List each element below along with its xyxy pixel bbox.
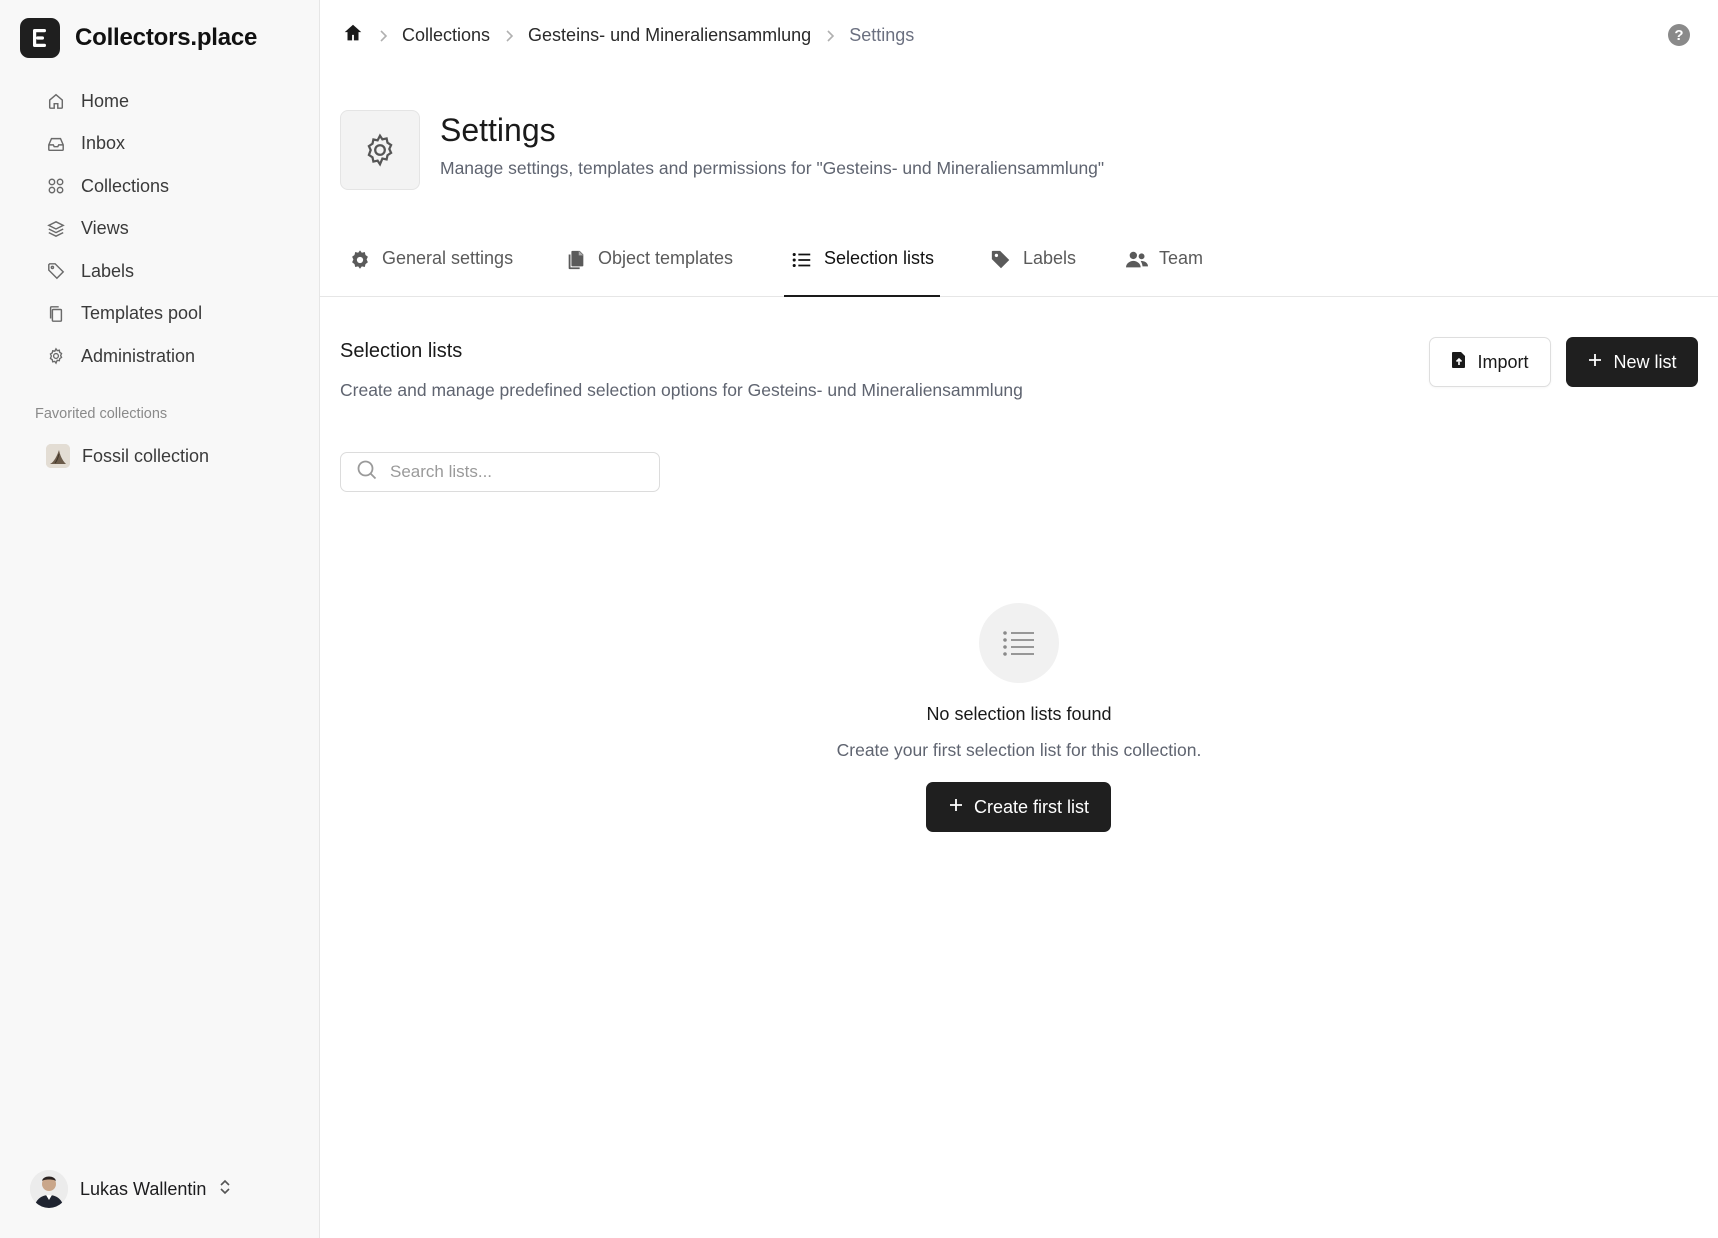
list-icon: [790, 248, 814, 272]
new-list-button[interactable]: New list: [1566, 337, 1698, 387]
settings-tabs: General settings Object templates Select…: [320, 236, 1718, 297]
tab-label: General settings: [382, 248, 514, 268]
breadcrumb-current: Settings: [849, 25, 915, 45]
collection-thumbnail: [46, 444, 70, 468]
documents-icon: [564, 248, 588, 272]
sidebar-item-label: Inbox: [81, 133, 126, 154]
tab-object-templates[interactable]: Object templates: [558, 248, 739, 297]
breadcrumb: Collections Gesteins- und Mineraliensamm…: [342, 22, 914, 49]
page-subtitle: Manage settings, templates and permissio…: [440, 158, 1105, 178]
tab-label: Object templates: [598, 248, 734, 268]
plus-icon: [1587, 352, 1603, 373]
home-icon[interactable]: [342, 22, 364, 49]
chevron-right-icon: [825, 29, 835, 43]
import-button[interactable]: Import: [1429, 337, 1551, 387]
chevron-up-down-icon: [218, 1178, 232, 1201]
sidebar: Collectors.place Home Inbox Collections …: [0, 0, 320, 1238]
help-icon[interactable]: ?: [1668, 24, 1690, 46]
sidebar-item-label: Views: [81, 218, 129, 239]
copy-icon: [46, 304, 66, 324]
layers-icon: [46, 219, 66, 239]
chevron-right-icon: [378, 29, 388, 43]
sidebar-item-inbox[interactable]: Inbox: [36, 123, 306, 166]
create-first-list-button[interactable]: Create first list: [926, 782, 1111, 832]
sidebar-item-collections[interactable]: Collections: [36, 165, 306, 208]
empty-state-description: Create your first selection list for thi…: [836, 740, 1202, 760]
avatar: [30, 1170, 68, 1208]
grid-icon: [46, 176, 66, 196]
tab-general-settings[interactable]: General settings: [342, 248, 519, 297]
app-name: Collectors.place: [75, 24, 258, 51]
plus-icon: [948, 797, 964, 818]
search-field[interactable]: [340, 452, 660, 492]
tag-icon: [989, 248, 1013, 272]
sidebar-item-label: Collections: [81, 175, 170, 196]
sidebar-item-templates-pool[interactable]: Templates pool: [36, 293, 306, 336]
sidebar-nav: Home Inbox Collections Views Labels Temp…: [36, 80, 306, 378]
topbar: Collections Gesteins- und Mineraliensamm…: [320, 0, 1718, 72]
favorites-heading: Favorited collections: [35, 406, 168, 422]
favorite-item-label: Fossil collection: [82, 445, 210, 466]
search-input[interactable]: [390, 462, 630, 482]
tab-label: Labels: [1023, 248, 1077, 268]
import-label: Import: [1477, 351, 1529, 372]
tab-selection-lists[interactable]: Selection lists: [784, 248, 941, 297]
tab-labels[interactable]: Labels: [983, 248, 1082, 297]
favorite-item-fossil-collection[interactable]: Fossil collection: [36, 436, 306, 476]
tab-team[interactable]: Team: [1119, 248, 1209, 297]
page-title: Settings: [440, 112, 556, 148]
user-menu[interactable]: Lukas Wallentin: [30, 1170, 232, 1208]
sidebar-item-views[interactable]: Views: [36, 208, 306, 251]
sidebar-item-label: Home: [81, 90, 130, 111]
settings-page-icon: [340, 110, 420, 190]
tab-label: Team: [1159, 248, 1204, 268]
section-description: Create and manage predefined selection o…: [340, 380, 1023, 400]
empty-state-title: No selection lists found: [926, 704, 1112, 724]
users-icon: [1125, 248, 1149, 272]
sidebar-item-label: Templates pool: [81, 303, 203, 324]
user-name: Lukas Wallentin: [80, 1178, 207, 1199]
section-title: Selection lists: [340, 340, 463, 362]
sidebar-item-administration[interactable]: Administration: [36, 335, 306, 378]
home-icon: [46, 91, 66, 111]
file-import-icon: [1451, 351, 1467, 374]
inbox-icon: [46, 134, 66, 154]
brand[interactable]: Collectors.place: [20, 18, 257, 58]
gear-icon: [46, 346, 66, 366]
tab-label: Selection lists: [824, 248, 935, 268]
create-first-list-label: Create first list: [973, 796, 1090, 817]
breadcrumb-collections[interactable]: Collections: [402, 25, 490, 46]
breadcrumb-collection[interactable]: Gesteins- und Mineraliensammlung: [528, 25, 811, 46]
tag-icon: [46, 261, 66, 281]
new-list-label: New list: [1613, 351, 1677, 372]
sidebar-item-label: Labels: [81, 260, 135, 281]
app-logo-icon: [20, 18, 60, 58]
empty-state-list-icon: [979, 603, 1059, 683]
chevron-right-icon: [504, 29, 514, 43]
search-icon: [356, 459, 378, 486]
sidebar-item-home[interactable]: Home: [36, 80, 306, 123]
gear-icon: [348, 248, 372, 272]
sidebar-item-labels[interactable]: Labels: [36, 250, 306, 293]
sidebar-item-label: Administration: [81, 345, 196, 366]
